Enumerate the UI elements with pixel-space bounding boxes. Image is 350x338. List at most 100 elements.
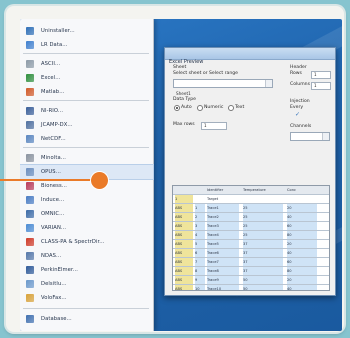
table-cell[interactable]: ABS [175, 213, 193, 221]
table-cell[interactable]: 25 [243, 231, 283, 239]
table-cell[interactable]: Trace8 [207, 267, 239, 275]
table-row[interactable]: ABS 8 Trace8 37 80 [173, 267, 329, 276]
table-cell[interactable]: Trace7 [207, 258, 239, 266]
table-cell[interactable]: 2 [195, 213, 205, 221]
menu-item[interactable]: Minolta... [20, 151, 153, 165]
table-row[interactable]: ABS 9 Trace9 50 20 [173, 276, 329, 285]
sheet-select[interactable]: Sheet1 [173, 79, 273, 96]
table-cell[interactable]: 40 [287, 249, 317, 257]
table-cell[interactable]: 50 [243, 285, 283, 290]
menu-item[interactable]: PerkinElmer... [20, 263, 153, 277]
table-cell[interactable]: 37 [243, 258, 283, 266]
table-cell[interactable]: 80 [287, 267, 317, 275]
menu-item[interactable]: VoloFax... [20, 291, 153, 305]
table-row[interactable]: ABS 4 Trace4 25 80 [173, 231, 329, 240]
table-cell[interactable]: ABS [175, 231, 193, 239]
table-cell[interactable]: 25 [243, 204, 283, 212]
menu-item[interactable]: Database... [20, 312, 153, 326]
table-row[interactable]: ABS 10 Trace10 50 40 [173, 285, 329, 290]
table-cell[interactable]: 9 [195, 276, 205, 284]
menu-item[interactable]: NI-RIO... [20, 104, 153, 118]
table-cell[interactable]: ABS [175, 249, 193, 257]
table-cell[interactable]: Trace3 [207, 222, 239, 230]
menu-item[interactable]: ASCII... [20, 57, 153, 71]
radio-numeric[interactable] [197, 105, 203, 111]
menu-item[interactable]: Bioness... [20, 179, 153, 193]
grid-col-temperature: Temperature [243, 188, 266, 192]
table-cell[interactable] [243, 195, 283, 203]
table-cell[interactable]: 25 [243, 213, 283, 221]
menu-item[interactable]: Matlab... [20, 85, 153, 99]
menu-item[interactable]: LR Data... [20, 38, 153, 52]
table-cell[interactable]: 60 [287, 222, 317, 230]
table-cell[interactable]: 6 [195, 249, 205, 257]
max-rows-input[interactable]: 1 [201, 122, 227, 130]
menu-item[interactable]: VARIAN... [20, 221, 153, 235]
table-cell[interactable]: 10 [195, 285, 205, 290]
table-cell[interactable]: 7 [195, 258, 205, 266]
table-row[interactable]: ABS 7 Trace7 37 60 [173, 258, 329, 267]
radio-auto[interactable] [174, 105, 180, 111]
table-cell[interactable]: Trace4 [207, 231, 239, 239]
table-row[interactable]: ABS 2 Trace2 25 40 [173, 213, 329, 222]
table-cell[interactable]: ABS [175, 267, 193, 275]
table-cell[interactable]: Trace5 [207, 240, 239, 248]
table-cell[interactable]: 20 [287, 276, 317, 284]
table-cell[interactable] [195, 195, 205, 203]
table-cell[interactable]: 1 [195, 204, 205, 212]
table-cell[interactable]: Trace6 [207, 249, 239, 257]
dialog-titlebar[interactable]: Excel Preview [165, 48, 335, 65]
menu-item[interactable]: NetCDF... [20, 132, 153, 146]
table-row[interactable]: ABS 6 Trace6 37 40 [173, 249, 329, 258]
table-cell[interactable]: ABS [175, 285, 193, 290]
table-cell[interactable]: 3 [195, 222, 205, 230]
menu-item[interactable]: Induce... [20, 193, 153, 207]
menu-item[interactable]: Excel... [20, 71, 153, 85]
table-cell[interactable]: 37 [243, 267, 283, 275]
table-cell[interactable]: 37 [243, 240, 283, 248]
table-cell[interactable]: 5 [195, 240, 205, 248]
table-cell[interactable]: ABS [175, 258, 193, 266]
table-cell[interactable]: ABS [175, 204, 193, 212]
menu-item[interactable]: OPUS... [20, 164, 154, 180]
table-cell[interactable]: 20 [287, 240, 317, 248]
table-cell[interactable]: Target [207, 195, 239, 203]
menu-item[interactable]: Delsitlu... [20, 277, 153, 291]
table-cell[interactable]: 40 [287, 285, 317, 290]
table-cell[interactable]: ABS [175, 240, 193, 248]
menu-item[interactable]: Uninstaller... [20, 24, 153, 38]
table-cell[interactable]: 4 [195, 231, 205, 239]
data-grid[interactable]: Identifier Temperature Conc 1 Target ABS 1 T… [172, 185, 330, 291]
table-cell[interactable]: ABS [175, 222, 193, 230]
table-row[interactable]: ABS 5 Trace5 37 20 [173, 240, 329, 249]
table-cell[interactable]: 1 [175, 195, 193, 203]
table-cell[interactable]: 80 [287, 231, 317, 239]
table-cell[interactable] [287, 195, 317, 203]
menu-item[interactable]: JCAMP-DX... [20, 118, 153, 132]
table-cell[interactable]: Trace10 [207, 285, 239, 290]
table-cell[interactable]: 25 [243, 222, 283, 230]
table-cell[interactable]: 8 [195, 267, 205, 275]
menu-item-label: NI-RIO... [41, 108, 64, 114]
table-row[interactable]: ABS 1 Trace1 25 20 [173, 204, 329, 213]
table-cell[interactable]: 50 [243, 276, 283, 284]
channels-select[interactable] [290, 132, 330, 141]
menu-item[interactable]: CLASS-PA & SpectrDir... [20, 235, 153, 249]
table-cell[interactable]: ABS [175, 276, 193, 284]
menu-item[interactable]: NDAS... [20, 249, 153, 263]
table-cell[interactable]: Trace9 [207, 276, 239, 284]
table-row[interactable]: ABS 3 Trace3 25 60 [173, 222, 329, 231]
delsitlu-icon [26, 280, 34, 288]
rows-input[interactable]: 1 [311, 71, 331, 79]
table-cell[interactable]: Trace1 [207, 204, 239, 212]
table-row[interactable]: 1 Target [173, 195, 329, 204]
header-label: Header [290, 65, 307, 70]
menu-item[interactable]: OMNIC... [20, 207, 153, 221]
columns-input[interactable]: 1 [311, 82, 331, 90]
table-cell[interactable]: 37 [243, 249, 283, 257]
table-cell[interactable]: 40 [287, 213, 317, 221]
table-cell[interactable]: 20 [287, 204, 317, 212]
radio-text[interactable] [228, 105, 234, 111]
table-cell[interactable]: Trace2 [207, 213, 239, 221]
table-cell[interactable]: 60 [287, 258, 317, 266]
